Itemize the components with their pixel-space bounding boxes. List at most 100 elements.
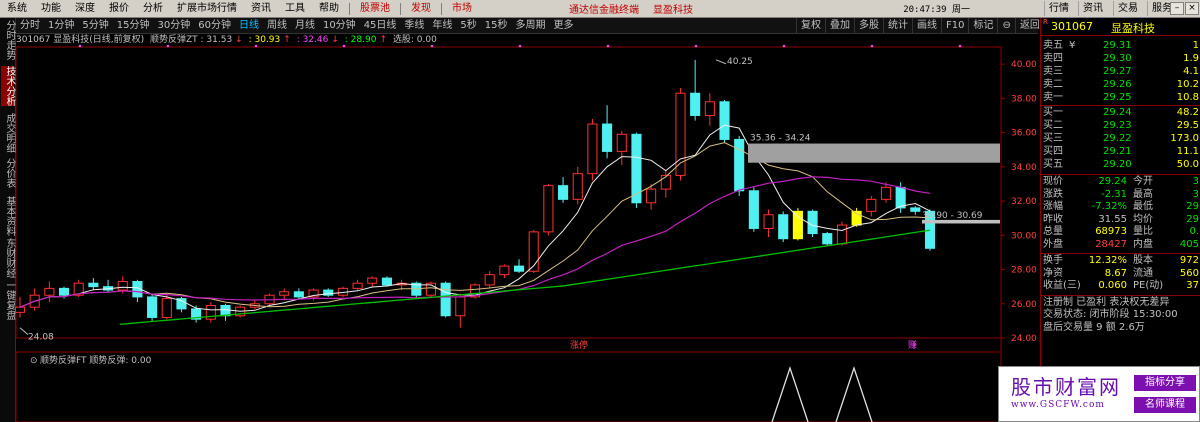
y-tick-label: 34.00 xyxy=(1011,163,1037,173)
ad-url: www.GSCFW.com xyxy=(1011,400,1105,410)
candle-body xyxy=(792,210,803,240)
candle-body xyxy=(161,298,172,318)
candle-body xyxy=(381,277,392,286)
gscfw-watermark: 股市财富网 www.GSCFW.com 指标分享 名师课程 xyxy=(998,366,1200,422)
candle-body xyxy=(895,186,906,209)
candle-body xyxy=(616,133,627,152)
low-label: 24.08 xyxy=(28,332,54,342)
quote-panel: R 301067 显盈科技 卖五 ¥ 29.31 1 卖四 29.30 1.9 … xyxy=(1040,18,1200,422)
candle-body xyxy=(352,282,363,289)
order-book-row[interactable]: 买五 29.20 50.0 xyxy=(1041,159,1200,171)
candle-body xyxy=(587,123,598,175)
candle-body xyxy=(807,210,818,235)
order-book-row[interactable]: 买三 29.22 173.0 xyxy=(1041,133,1200,145)
candle-body xyxy=(293,291,304,298)
candle-body xyxy=(866,198,877,212)
quote-stat-row: 昨收 31.55 均价 29 xyxy=(1043,213,1199,225)
buy-marker: 赚 xyxy=(908,339,917,351)
close-icon[interactable]: × xyxy=(1185,2,1199,15)
top-marker-dot xyxy=(430,44,434,48)
quote-stat-row: 外盘 28427 内盘 405 xyxy=(1043,238,1199,250)
candle-body xyxy=(910,207,921,212)
order-book-row[interactable]: 买二 29.23 29.5 xyxy=(1041,120,1200,132)
y-tick-label: 40.00 xyxy=(1011,60,1037,70)
order-book-row[interactable]: 卖五 ¥ 29.31 1 xyxy=(1041,40,1200,52)
candle-body xyxy=(704,101,715,116)
quote-stat-row: 涨幅 -7.32% 最低 29 xyxy=(1043,201,1199,212)
order-book-row[interactable]: 卖四 29.30 1.9 xyxy=(1041,53,1200,65)
candle-body xyxy=(822,233,833,245)
minimize-icon[interactable]: – xyxy=(1170,2,1184,15)
ad-button-course[interactable]: 名师课程 xyxy=(1134,397,1196,413)
top-right-button[interactable]: 资讯 xyxy=(1078,1,1107,16)
rise-marker: 涨停 xyxy=(570,339,588,351)
quote-header: R 301067 显盈科技 xyxy=(1041,18,1200,36)
top-right-button[interactable]: 交易 xyxy=(1113,1,1142,16)
quote-stat-row: 净资 8.67 流通 560 xyxy=(1043,267,1199,279)
candle-body xyxy=(58,287,70,296)
y-tick-label: 38.00 xyxy=(1011,94,1037,104)
ad-button-share[interactable]: 指标分享 xyxy=(1134,375,1196,391)
candle-body xyxy=(719,101,730,140)
candle-body xyxy=(572,173,583,200)
candle-body xyxy=(660,174,671,190)
candle-body xyxy=(748,190,759,229)
top-marker-dot xyxy=(254,44,258,48)
candle-body xyxy=(484,274,495,286)
kline-chart[interactable]: 24.00 26.00 28.00 30.00 32.00 34.00 36.00 38.00… xyxy=(0,0,1040,422)
quote-stat-row: 总量 68973 量比 0. xyxy=(1043,226,1199,237)
ad-title: 股市财富网 xyxy=(1011,375,1121,399)
top-marker-dot xyxy=(870,44,874,48)
candle-body xyxy=(279,291,290,296)
candle-body xyxy=(543,185,554,233)
order-book-row[interactable]: 卖三 29.27 4.1 xyxy=(1041,66,1200,78)
y-tick-label: 30.00 xyxy=(1011,231,1037,241)
top-right-button[interactable]: 行情 xyxy=(1044,1,1073,16)
stock-code: 301067 xyxy=(1051,20,1093,33)
order-book-row[interactable]: 卖二 29.26 10.2 xyxy=(1041,79,1200,91)
top-marker-dot xyxy=(342,44,346,48)
quote-stat-row: 涨跌 -2.31 最高 3 xyxy=(1043,188,1199,200)
candle-body xyxy=(367,277,378,284)
sub-indicator-label: 顺势反弹FT 顺势反弹: 0.00 xyxy=(40,354,152,366)
y-tick-label: 32.00 xyxy=(1011,197,1037,207)
candle-body xyxy=(220,304,231,317)
candle-body xyxy=(513,265,525,272)
quote-note: 盘后交易量 9 额 2.6万 xyxy=(1043,321,1145,333)
sub-panel-frame xyxy=(15,351,1002,422)
signal-triangle xyxy=(835,365,873,422)
quote-note: 交易状态: 闭市阶段 15:30:00 xyxy=(1043,309,1178,320)
divider xyxy=(1041,294,1200,296)
candle-body xyxy=(440,282,451,317)
candle-body xyxy=(778,214,789,240)
candle-body xyxy=(836,224,847,245)
order-book-row[interactable]: 买四 29.21 11.1 xyxy=(1041,146,1200,158)
zone-bottom-label: 30.90 - 30.69 xyxy=(922,211,983,221)
low-marker-line xyxy=(19,327,29,335)
top-marker-dot xyxy=(606,44,610,48)
y-tick-label: 36.00 xyxy=(1011,129,1037,139)
top-marker-dot xyxy=(518,44,522,48)
top-marker-dot xyxy=(782,44,786,48)
top-marker-dot xyxy=(78,44,82,48)
candle-body xyxy=(690,92,701,116)
candle-body xyxy=(147,296,158,318)
high-label: 40.25 xyxy=(727,57,753,67)
top-marker-dot xyxy=(694,44,698,48)
divider xyxy=(1041,174,1200,175)
candle-body xyxy=(499,265,510,276)
candle-body xyxy=(88,282,99,288)
divider xyxy=(1041,253,1200,254)
y-tick-label: 24.00 xyxy=(1011,334,1037,344)
candle-body xyxy=(602,123,613,152)
candle-body xyxy=(44,287,55,296)
quote-stat-row: 现价 29.24 今开 3 xyxy=(1043,176,1199,187)
order-book-row[interactable]: 卖一 29.25 10.8 xyxy=(1041,92,1200,104)
r-badge: R xyxy=(1043,18,1048,26)
order-book-row[interactable]: 买一 29.24 48.2 xyxy=(1041,107,1200,119)
candle-body xyxy=(117,281,128,291)
candle-body xyxy=(14,306,26,313)
signal-triangle xyxy=(771,365,809,422)
candle-body xyxy=(558,185,569,200)
top-marker-dot xyxy=(958,44,962,48)
